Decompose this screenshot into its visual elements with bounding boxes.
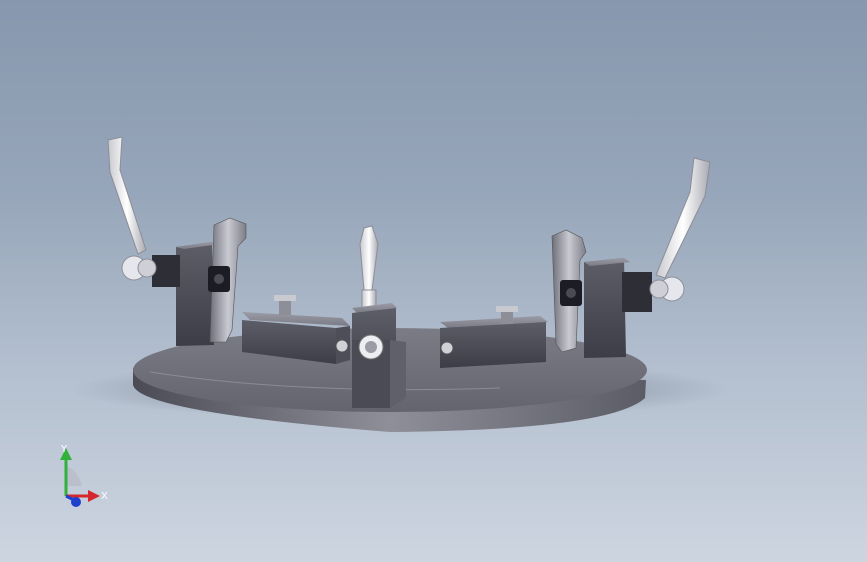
right-clamp-body[interactable]	[584, 258, 652, 358]
z-arrow-icon	[71, 497, 81, 507]
right-jaw[interactable]	[551, 229, 587, 353]
center-clamp[interactable]	[352, 225, 406, 408]
3d-model-view[interactable]	[0, 0, 867, 562]
x-arrow-icon	[88, 490, 100, 502]
left-slide-block[interactable]	[242, 295, 350, 364]
coordinate-triad: Y X	[60, 444, 108, 507]
x-axis-label: X	[101, 491, 108, 502]
triad-plane	[66, 466, 82, 486]
left-toggle-handle[interactable]	[107, 136, 157, 281]
left-jaw[interactable]	[208, 217, 247, 343]
right-toggle-handle[interactable]	[649, 157, 711, 302]
left-clamp-body[interactable]	[152, 242, 220, 346]
y-axis-label: Y	[60, 444, 68, 455]
graphics-viewport[interactable]: Y X	[0, 0, 867, 562]
right-slide-block[interactable]	[440, 306, 548, 368]
